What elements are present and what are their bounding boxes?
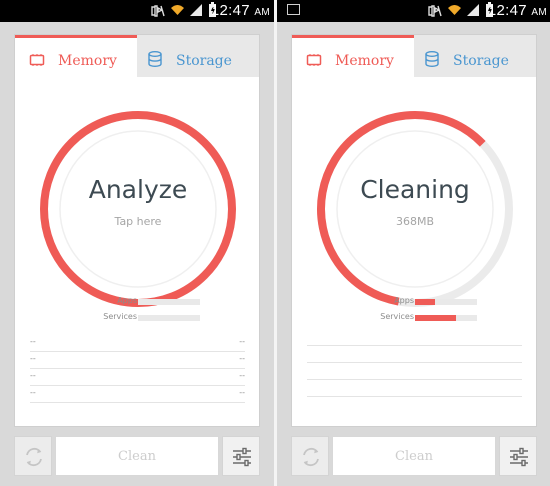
refresh-icon [303,447,319,467]
list-item-left: -- [30,388,36,397]
gauge-ring [40,111,236,307]
refresh-icon [26,447,42,467]
tab-storage-label: Storage [453,53,509,69]
meter-services: Services [15,312,200,324]
memory-chip-icon [29,54,45,66]
signal-icon [467,4,479,16]
cleaning-gauge[interactable]: Cleaning 368MB [315,109,515,309]
meter-track [415,299,477,305]
gallery-icon [287,4,300,15]
memory-card: Memory Storage Cleaning 368MB Apps Servi… [291,34,537,427]
database-icon [148,51,162,67]
list-item-right: -- [239,354,245,363]
analyze-gauge[interactable]: Analyze Tap here [38,109,238,309]
list-item-left: -- [30,371,36,380]
refresh-button[interactable] [14,436,52,476]
list-item [307,363,522,380]
meter-fill [415,315,456,321]
gauge-title: Analyze [88,175,188,204]
memory-chip-icon [306,54,322,66]
list-item [307,380,522,397]
list-item-left: -- [30,354,36,363]
process-list [307,329,522,397]
screen-cleaning: 12:47 AM Memory Storage Cleaning 368MB A… [277,0,550,486]
mute-icon [151,5,165,17]
refresh-button[interactable] [291,436,329,476]
status-clock: 12:47 AM [210,2,270,19]
meter-label: Services [103,312,137,321]
sliders-icon [233,447,251,467]
status-bar: 12:47 AM [277,0,550,22]
memory-card: Memory Storage Analyze Tap here Apps Ser… [14,34,260,427]
gauge-subtitle: 368MB [395,215,435,228]
list-item: -- -- [30,369,245,386]
status-bar: 12:47 AM [0,0,274,22]
list-item-left: -- [30,337,36,346]
bottom-bar: Clean [277,436,550,476]
signal-icon [190,4,202,16]
list-item-right: -- [239,337,245,346]
meter-track [138,299,200,305]
list-item: -- -- [30,335,245,352]
process-list: -- -- -- -- -- -- -- -- [30,335,245,403]
gauge-progress-arc [316,111,513,307]
settings-button[interactable] [499,436,537,476]
tab-bar: Memory Storage [292,35,536,77]
sliders-icon [510,447,528,467]
list-item-right: -- [239,371,245,380]
meter-services: Services [292,312,477,324]
meter-fill [415,299,435,305]
gauge-inner-ring [336,130,494,288]
tab-memory[interactable]: Memory [15,35,137,77]
clean-button[interactable]: Clean [55,436,219,476]
list-item: -- -- [30,352,245,369]
settings-button[interactable] [222,436,260,476]
screenshot-pair: 12:47 AM Memory Storage Analyze Tap here… [0,0,550,486]
screen-analyze: 12:47 AM Memory Storage Analyze Tap here… [0,0,274,486]
meter-apps: Apps [292,296,477,308]
gauge-title: Cleaning [360,175,470,204]
tab-memory[interactable]: Memory [292,35,414,77]
tab-memory-label: Memory [335,53,394,69]
list-item [307,346,522,363]
database-icon [425,51,439,67]
tab-storage-label: Storage [176,53,232,69]
meter-track [138,315,200,321]
bottom-bar: Clean [0,436,274,476]
tab-memory-label: Memory [58,53,117,69]
list-item [307,329,522,346]
tab-bar: Memory Storage [15,35,259,77]
mute-icon [428,5,442,17]
status-clock: 12:47 AM [487,2,547,19]
gauge-ring [316,111,513,307]
meter-label: Services [380,312,414,321]
meter-label: Apps [117,296,137,305]
gauge-subtitle: Tap here [114,215,162,228]
gauge-inner-ring [59,130,217,288]
clean-button[interactable]: Clean [332,436,496,476]
list-item-right: -- [239,388,245,397]
wifi-icon [448,5,461,15]
tab-storage[interactable]: Storage [137,35,259,77]
tab-storage[interactable]: Storage [414,35,536,77]
list-item: -- -- [30,386,245,403]
meter-track [415,315,477,321]
gauge-progress-arc [40,111,236,307]
wifi-icon [171,5,184,15]
meter-apps: Apps [15,296,200,308]
meter-label: Apps [394,296,414,305]
